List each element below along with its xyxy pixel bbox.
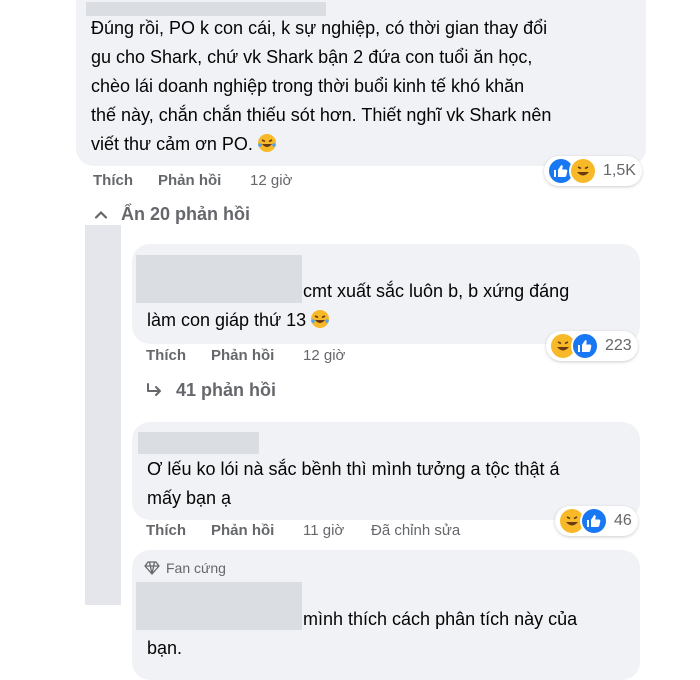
author-name-redacted <box>138 432 259 454</box>
reaction-count: 46 <box>614 512 632 529</box>
comment-line: Đúng rồi, PO k con cái, k sự nghiệp, có … <box>91 18 548 38</box>
reaction-summary[interactable]: 46 <box>555 506 638 536</box>
like-button[interactable]: Thích <box>93 172 133 189</box>
sub-replies-label: 41 phản hồi <box>176 380 277 400</box>
reply-bubble: Ơ lếu ko lói nà sắc bềnh thì mình tưởng … <box>132 422 640 520</box>
rofl-emoji-icon <box>311 310 330 328</box>
reply-text: bạn. <box>147 634 477 663</box>
comment-line: gu cho Shark, chứ vk Shark bận 2 đứa con… <box>91 47 533 67</box>
reply-button[interactable]: Phản hồi <box>211 522 274 539</box>
comment-bubble: Đúng rồi, PO k con cái, k sự nghiệp, có … <box>76 0 646 166</box>
reply-line: Ơ lếu ko lói nà sắc bềnh thì mình tưởng … <box>147 459 560 479</box>
comment-line: viết thư cảm ơn PO. <box>91 134 253 154</box>
like-reaction-icon <box>580 507 608 535</box>
haha-reaction-icon <box>569 157 597 185</box>
author-name-redacted <box>136 582 302 630</box>
hide-replies-label: Ẩn 20 phản hồi <box>121 204 251 224</box>
edited-label[interactable]: Đã chỉnh sửa <box>371 522 460 539</box>
reply-text: cmt xuất sắc luôn b, b xứng đáng <box>303 277 633 306</box>
timestamp[interactable]: 12 giờ <box>303 347 345 364</box>
reply-arrow-icon <box>147 382 161 396</box>
top-fan-badge[interactable]: Fan cứng <box>144 560 226 576</box>
reply-line: cmt xuất sắc luôn b, b xứng đáng <box>303 281 570 301</box>
reaction-count: 223 <box>605 337 632 354</box>
reply-line: bạn. <box>147 638 183 658</box>
diamond-icon <box>144 561 160 575</box>
thread-line <box>85 225 121 605</box>
reply-bubble: cmt xuất sắc luôn b, b xứng đáng làm con… <box>132 244 640 344</box>
reply-line: làm con giáp thứ 13 <box>147 310 307 330</box>
reply-bubble: Fan cứng mình thích cách phân tích này c… <box>132 550 640 680</box>
timestamp[interactable]: 11 giờ <box>303 522 344 539</box>
hide-replies-toggle[interactable]: Ẩn 20 phản hồi <box>93 204 250 225</box>
reply-text: Ơ lếu ko lói nà sắc bềnh thì mình tưởng … <box>147 455 637 513</box>
comment-line: chèo lái doanh nghiệp trong thời buổi ki… <box>91 76 525 96</box>
badge-label: Fan cứng <box>166 560 226 576</box>
reply-text: mình thích cách phân tích này của <box>303 605 633 634</box>
reaction-summary[interactable]: 1,5K <box>544 156 642 186</box>
author-name-redacted <box>136 255 302 303</box>
reaction-count: 1,5K <box>603 162 636 179</box>
like-button[interactable]: Thích <box>146 522 186 539</box>
reply-text: làm con giáp thứ 13 <box>147 306 477 335</box>
reply-button[interactable]: Phản hồi <box>158 172 221 189</box>
like-button[interactable]: Thích <box>146 347 186 364</box>
timestamp[interactable]: 12 giờ <box>250 172 292 189</box>
like-reaction-icon <box>571 332 599 360</box>
reply-button[interactable]: Phản hồi <box>211 347 274 364</box>
chevron-up-icon <box>94 210 108 219</box>
reaction-summary[interactable]: 223 <box>546 331 638 361</box>
comment-text: Đúng rồi, PO k con cái, k sự nghiệp, có … <box>91 14 641 159</box>
rofl-emoji-icon <box>257 134 276 152</box>
comment-line: thế này, chắn chắn thiếu sót hơn. Thiết … <box>91 105 552 125</box>
view-sub-replies-link[interactable]: 41 phản hồi <box>146 380 276 401</box>
reply-line: mình thích cách phân tích này của <box>303 609 578 629</box>
